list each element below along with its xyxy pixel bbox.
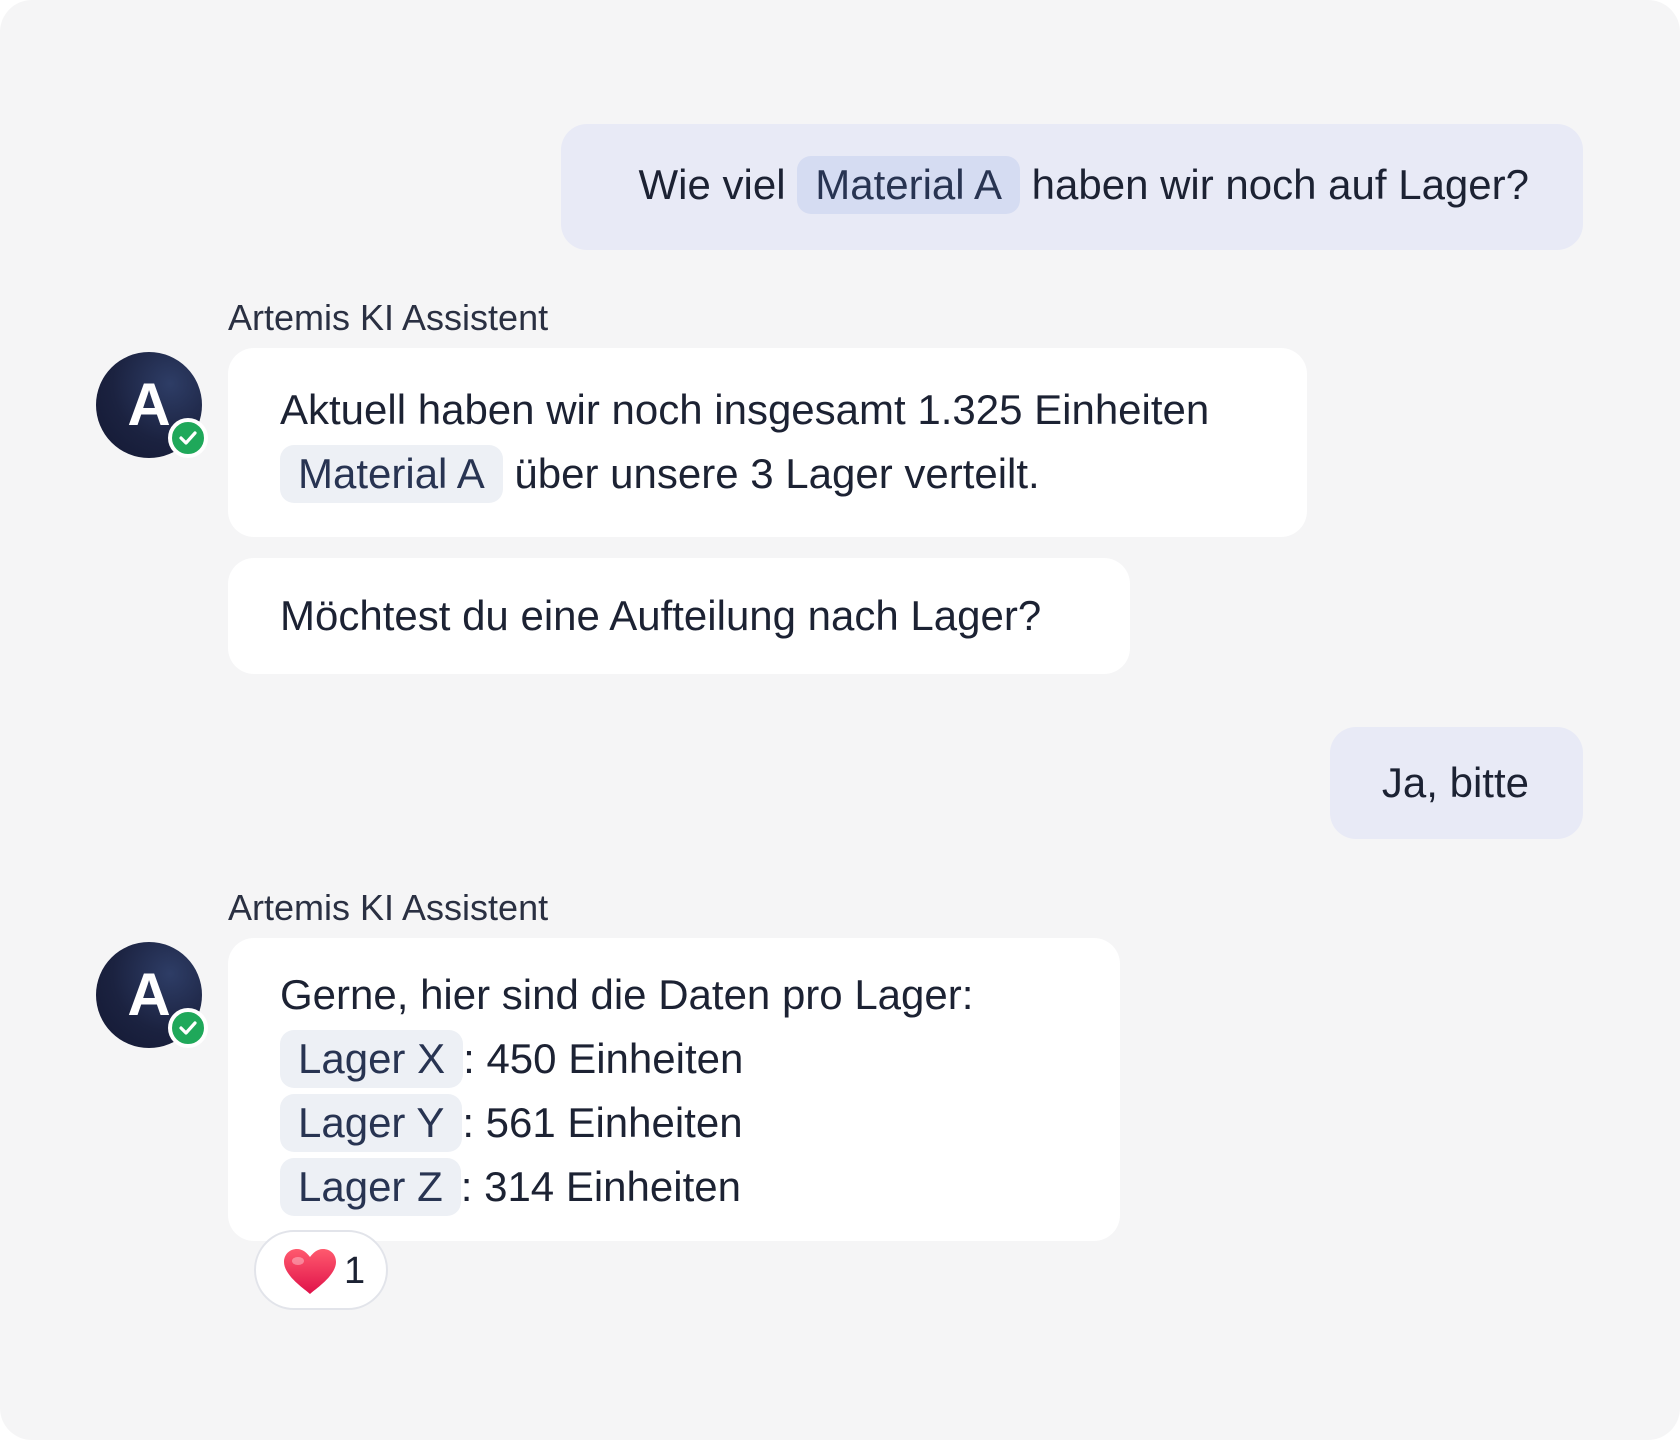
warehouse-value: : 561 Einheiten	[462, 1099, 743, 1146]
sender-name: Artemis KI Assistent	[228, 887, 549, 928]
warehouse-chip[interactable]: Lager Y	[280, 1094, 463, 1152]
assistant-avatar: A	[96, 942, 208, 1048]
assistant-message-bubble: Gerne, hier sind die Daten pro Lager: La…	[228, 938, 1120, 1241]
message-text: Wie viel	[638, 161, 786, 208]
message-text: haben wir noch auf Lager?	[1031, 161, 1529, 208]
material-chip[interactable]: Material A	[797, 156, 1020, 214]
user-message-text: Ja, bitte	[1381, 759, 1529, 806]
user-message-bubble: Wie viel Material A haben wir noch auf L…	[561, 124, 1583, 250]
message-line: Material A über unsere 3 Lager verteilt.	[280, 442, 1253, 506]
verified-check-icon	[168, 418, 208, 458]
warehouse-row: Lager X: 450 Einheiten	[280, 1027, 1066, 1091]
sender-name: Artemis KI Assistent	[228, 297, 549, 338]
heart-icon	[284, 1249, 336, 1294]
warehouse-chip[interactable]: Lager Z	[280, 1158, 461, 1216]
warehouse-row: Lager Y: 561 Einheiten	[280, 1091, 1066, 1155]
message-text: über unsere 3 Lager verteilt.	[514, 450, 1040, 497]
warehouse-value: : 450 Einheiten	[463, 1035, 744, 1082]
reaction-pill[interactable]: 1	[254, 1230, 388, 1310]
message-line: Gerne, hier sind die Daten pro Lager:	[280, 971, 974, 1018]
message-line: Aktuell haben wir noch insgesamt 1.325 E…	[280, 386, 1210, 433]
verified-check-icon	[168, 1008, 208, 1048]
assistant-message-bubble: Möchtest du eine Aufteilung nach Lager?	[228, 558, 1130, 674]
user-message-bubble: Ja, bitte	[1330, 727, 1583, 839]
user-message-text: Wie viel Material A haben wir noch auf L…	[638, 156, 1529, 214]
message-line: Möchtest du eine Aufteilung nach Lager?	[280, 592, 1042, 639]
assistant-avatar: A	[96, 352, 208, 458]
assistant-message-bubble: Aktuell haben wir noch insgesamt 1.325 E…	[228, 348, 1307, 537]
chat-panel: Wie viel Material A haben wir noch auf L…	[0, 0, 1680, 1440]
warehouse-chip[interactable]: Lager X	[280, 1030, 464, 1088]
reaction-count: 1	[344, 1250, 366, 1292]
warehouse-value: : 314 Einheiten	[460, 1163, 741, 1210]
warehouse-row: Lager Z: 314 Einheiten	[280, 1155, 1066, 1219]
material-chip[interactable]: Material A	[280, 445, 503, 503]
